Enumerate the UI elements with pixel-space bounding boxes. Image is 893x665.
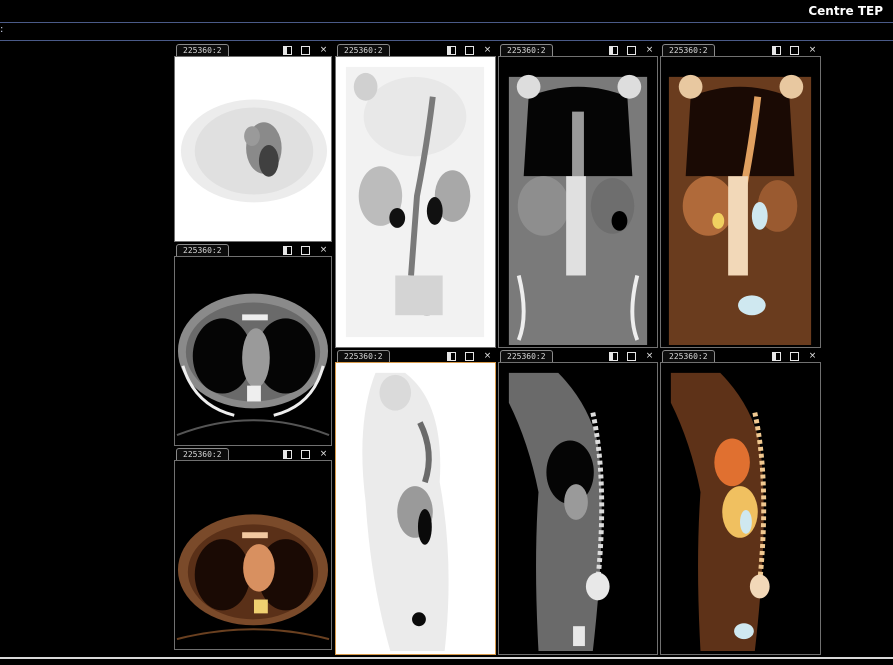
pet-axial-image[interactable]	[174, 56, 332, 242]
close-icon[interactable]: ×	[319, 449, 328, 459]
ct-sagittal-image[interactable]	[498, 362, 658, 655]
maximize-icon[interactable]	[465, 45, 474, 55]
pet-sagittal-image[interactable]	[335, 362, 496, 655]
fusion-sagittal-image[interactable]	[660, 362, 821, 655]
close-icon[interactable]: ×	[319, 45, 328, 55]
viewport-pet-axial[interactable]: 225360:2 ×	[174, 44, 332, 242]
fusion-axial-image[interactable]	[174, 460, 332, 650]
app-titlebar: Centre TEP	[0, 0, 893, 22]
maximize-icon[interactable]	[627, 45, 636, 55]
toolbar-marker: :	[0, 24, 4, 35]
viewport-ct-coronal[interactable]: 225360:2 ×	[498, 44, 658, 348]
viewport-pet-sagittal[interactable]: 225360:2 ×	[335, 350, 496, 655]
restore-icon[interactable]	[447, 45, 456, 55]
viewport-pet-coronal[interactable]: 225360:2 ×	[335, 44, 496, 348]
viewport-tab[interactable]: 225360:2	[500, 44, 553, 56]
restore-icon[interactable]	[283, 449, 292, 459]
viewport-tab[interactable]: 225360:2	[500, 350, 553, 362]
maximize-icon[interactable]	[301, 45, 310, 55]
close-icon[interactable]: ×	[808, 45, 817, 55]
status-bar-separator	[0, 657, 893, 659]
viewport-tab[interactable]: 225360:2	[176, 244, 229, 256]
restore-icon[interactable]	[447, 351, 456, 361]
viewport-tab[interactable]: 225360:2	[176, 44, 229, 56]
maximize-icon[interactable]	[790, 45, 799, 55]
maximize-icon[interactable]	[627, 351, 636, 361]
restore-icon[interactable]	[609, 45, 618, 55]
viewport-tab[interactable]: 225360:2	[337, 350, 390, 362]
viewport-tab[interactable]: 225360:2	[337, 44, 390, 56]
maximize-icon[interactable]	[790, 351, 799, 361]
restore-icon[interactable]	[609, 351, 618, 361]
fusion-coronal-image[interactable]	[660, 56, 821, 348]
ct-axial-image[interactable]	[174, 256, 332, 446]
restore-icon[interactable]	[283, 245, 292, 255]
restore-icon[interactable]	[772, 45, 781, 55]
viewport-fusion-axial[interactable]: 225360:2 ×	[174, 448, 332, 650]
close-icon[interactable]: ×	[319, 245, 328, 255]
close-icon[interactable]: ×	[645, 45, 654, 55]
close-icon[interactable]: ×	[483, 351, 492, 361]
viewport-tab[interactable]: 225360:2	[176, 448, 229, 460]
restore-icon[interactable]	[772, 351, 781, 361]
close-icon[interactable]: ×	[645, 351, 654, 361]
maximize-icon[interactable]	[465, 351, 474, 361]
viewport-tab[interactable]: 225360:2	[662, 350, 715, 362]
titlebar-separator	[0, 22, 893, 23]
viewport-fusion-coronal[interactable]: 225360:2 ×	[660, 44, 821, 348]
viewport-ct-axial[interactable]: 225360:2 ×	[174, 244, 332, 446]
close-icon[interactable]: ×	[808, 351, 817, 361]
toolbar-separator	[0, 40, 893, 41]
viewport-fusion-sagittal[interactable]: 225360:2 ×	[660, 350, 821, 655]
viewport-tab[interactable]: 225360:2	[662, 44, 715, 56]
ct-coronal-image[interactable]	[498, 56, 658, 348]
viewport-ct-sagittal[interactable]: 225360:2 ×	[498, 350, 658, 655]
close-icon[interactable]: ×	[483, 45, 492, 55]
restore-icon[interactable]	[283, 45, 292, 55]
pet-coronal-image[interactable]	[335, 56, 496, 348]
maximize-icon[interactable]	[301, 449, 310, 459]
app-title: Centre TEP	[808, 4, 883, 18]
maximize-icon[interactable]	[301, 245, 310, 255]
